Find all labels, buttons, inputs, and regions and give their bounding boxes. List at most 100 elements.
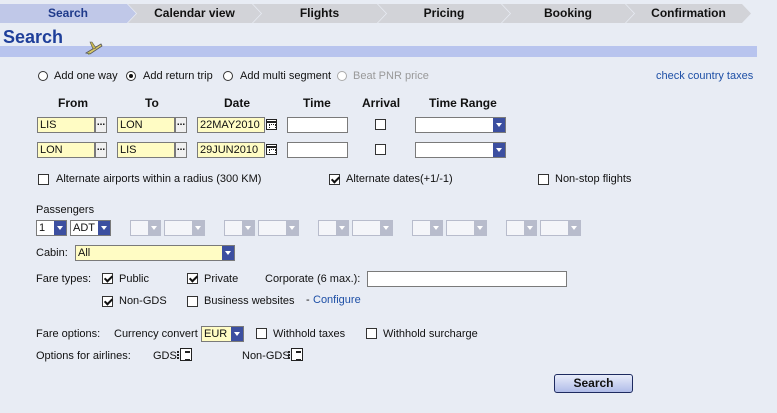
page-title: Search xyxy=(3,27,64,47)
beat-pnr-radio xyxy=(337,71,347,81)
calendar-icon[interactable] xyxy=(266,144,277,155)
non-gds-checkbox[interactable] xyxy=(102,296,113,307)
configure-prefix: - xyxy=(306,294,310,306)
gds-label: GDS xyxy=(153,350,177,362)
arrival-checkbox-2[interactable] xyxy=(375,144,386,155)
tab-booking[interactable]: Booking xyxy=(502,4,634,23)
cabin-select[interactable]: All xyxy=(75,245,235,261)
chevron-down-icon xyxy=(242,221,254,235)
step-tabs: Search Calendar view Flights Pricing Boo… xyxy=(0,4,777,23)
passenger-count-select[interactable]: 1 xyxy=(36,220,67,236)
add-one-way-radio[interactable] xyxy=(38,71,48,81)
business-websites-checkbox[interactable] xyxy=(187,296,198,307)
to-header: To xyxy=(145,96,159,110)
from-input-1[interactable]: LIS xyxy=(37,117,95,133)
private-label: Private xyxy=(204,273,239,285)
chevron-down-icon xyxy=(98,221,110,235)
list-icon[interactable] xyxy=(177,348,192,361)
to-lookup-button-1[interactable]: ... xyxy=(175,117,187,133)
chevron-down-icon xyxy=(493,118,505,132)
alternate-airports-checkbox[interactable] xyxy=(38,174,49,185)
currency-convert-label: Currency convert xyxy=(114,328,198,340)
passenger-type-select-5[interactable] xyxy=(446,220,487,236)
add-multi-segment-radio[interactable] xyxy=(223,71,233,81)
fare-options-label: Fare options: xyxy=(36,328,101,340)
add-return-trip-label: Add return trip xyxy=(143,70,213,82)
currency-select[interactable]: EUR xyxy=(201,326,244,342)
chevron-down-icon xyxy=(222,246,234,260)
passenger-count-value: 1 xyxy=(39,222,46,234)
check-country-taxes-link[interactable]: check country taxes xyxy=(656,70,753,82)
time-range-select-1[interactable] xyxy=(415,117,506,133)
from-lookup-button-2[interactable]: ... xyxy=(95,142,107,158)
configure-link[interactable]: Configure xyxy=(313,294,361,306)
chevron-down-icon xyxy=(231,327,243,341)
to-lookup-button-2[interactable]: ... xyxy=(175,142,187,158)
corporate-input[interactable] xyxy=(367,271,567,287)
passenger-count-select-2[interactable] xyxy=(130,220,161,236)
time-range-header: Time Range xyxy=(429,96,497,110)
calendar-icon[interactable] xyxy=(266,119,277,130)
tab-pricing[interactable]: Pricing xyxy=(378,4,510,23)
list-icon[interactable] xyxy=(288,348,303,361)
passenger-count-select-5[interactable] xyxy=(412,220,443,236)
date-header: Date xyxy=(224,96,251,110)
passenger-count-select-3[interactable] xyxy=(224,220,255,236)
business-websites-label: Business websites xyxy=(204,295,295,307)
beat-pnr-label: Beat PNR price xyxy=(353,70,429,82)
chevron-down-icon xyxy=(474,221,486,235)
chevron-down-icon xyxy=(568,221,580,235)
non-stop-checkbox[interactable] xyxy=(538,174,549,185)
cabin-value: All xyxy=(78,247,91,259)
currency-value: EUR xyxy=(204,328,228,340)
date-input-1[interactable]: 22MAY2010 xyxy=(197,117,265,133)
time-input-2[interactable] xyxy=(287,142,348,158)
passengers-label: Passengers xyxy=(36,204,95,216)
corporate-label: Corporate (6 max.): xyxy=(265,273,361,285)
private-checkbox[interactable] xyxy=(187,273,198,284)
non-gds-label: Non-GDS xyxy=(119,295,167,307)
tab-flights[interactable]: Flights xyxy=(253,4,386,23)
withhold-surcharge-checkbox[interactable] xyxy=(366,328,377,339)
passenger-type-select[interactable]: ADT xyxy=(70,220,111,236)
passenger-type-select-6[interactable] xyxy=(540,220,581,236)
airline-options-label: Options for airlines: xyxy=(36,350,131,362)
arrival-checkbox-1[interactable] xyxy=(375,119,386,130)
passenger-type-select-3[interactable] xyxy=(258,220,299,236)
cabin-label: Cabin: xyxy=(36,247,68,259)
chevron-down-icon xyxy=(192,221,204,235)
title-underline xyxy=(0,46,757,57)
alternate-airports-label: Alternate airports within a radius (300 … xyxy=(56,173,262,185)
from-lookup-button-1[interactable]: ... xyxy=(95,117,107,133)
withhold-taxes-checkbox[interactable] xyxy=(256,328,267,339)
search-button[interactable]: Search xyxy=(554,374,633,393)
from-input-2[interactable]: LON xyxy=(37,142,95,158)
chevron-down-icon xyxy=(380,221,392,235)
non-stop-label: Non-stop flights xyxy=(555,173,632,185)
tab-calendar-view[interactable]: Calendar view xyxy=(128,4,261,23)
passenger-type-select-2[interactable] xyxy=(164,220,205,236)
passenger-type-select-4[interactable] xyxy=(352,220,393,236)
chevron-down-icon xyxy=(430,221,442,235)
to-input-1[interactable]: LON xyxy=(117,117,175,133)
alternate-dates-checkbox[interactable] xyxy=(329,174,340,185)
time-range-select-2[interactable] xyxy=(415,142,506,158)
date-input-2[interactable]: 29JUN2010 xyxy=(197,142,265,158)
chevron-down-icon xyxy=(54,221,66,235)
to-input-2[interactable]: LIS xyxy=(117,142,175,158)
fare-types-label: Fare types: xyxy=(36,273,92,285)
tab-search[interactable]: Search xyxy=(0,4,136,23)
public-checkbox[interactable] xyxy=(102,273,113,284)
airplane-icon xyxy=(84,41,103,55)
passenger-count-select-6[interactable] xyxy=(506,220,537,236)
passenger-count-select-4[interactable] xyxy=(318,220,349,236)
tab-confirmation[interactable]: Confirmation xyxy=(626,4,751,23)
time-input-1[interactable] xyxy=(287,117,348,133)
add-return-trip-radio[interactable] xyxy=(126,71,136,81)
alternate-dates-label: Alternate dates(+1/-1) xyxy=(346,173,453,185)
chevron-down-icon xyxy=(493,143,505,157)
chevron-down-icon xyxy=(148,221,160,235)
public-label: Public xyxy=(119,273,149,285)
add-one-way-label: Add one way xyxy=(54,70,118,82)
chevron-down-icon xyxy=(286,221,298,235)
